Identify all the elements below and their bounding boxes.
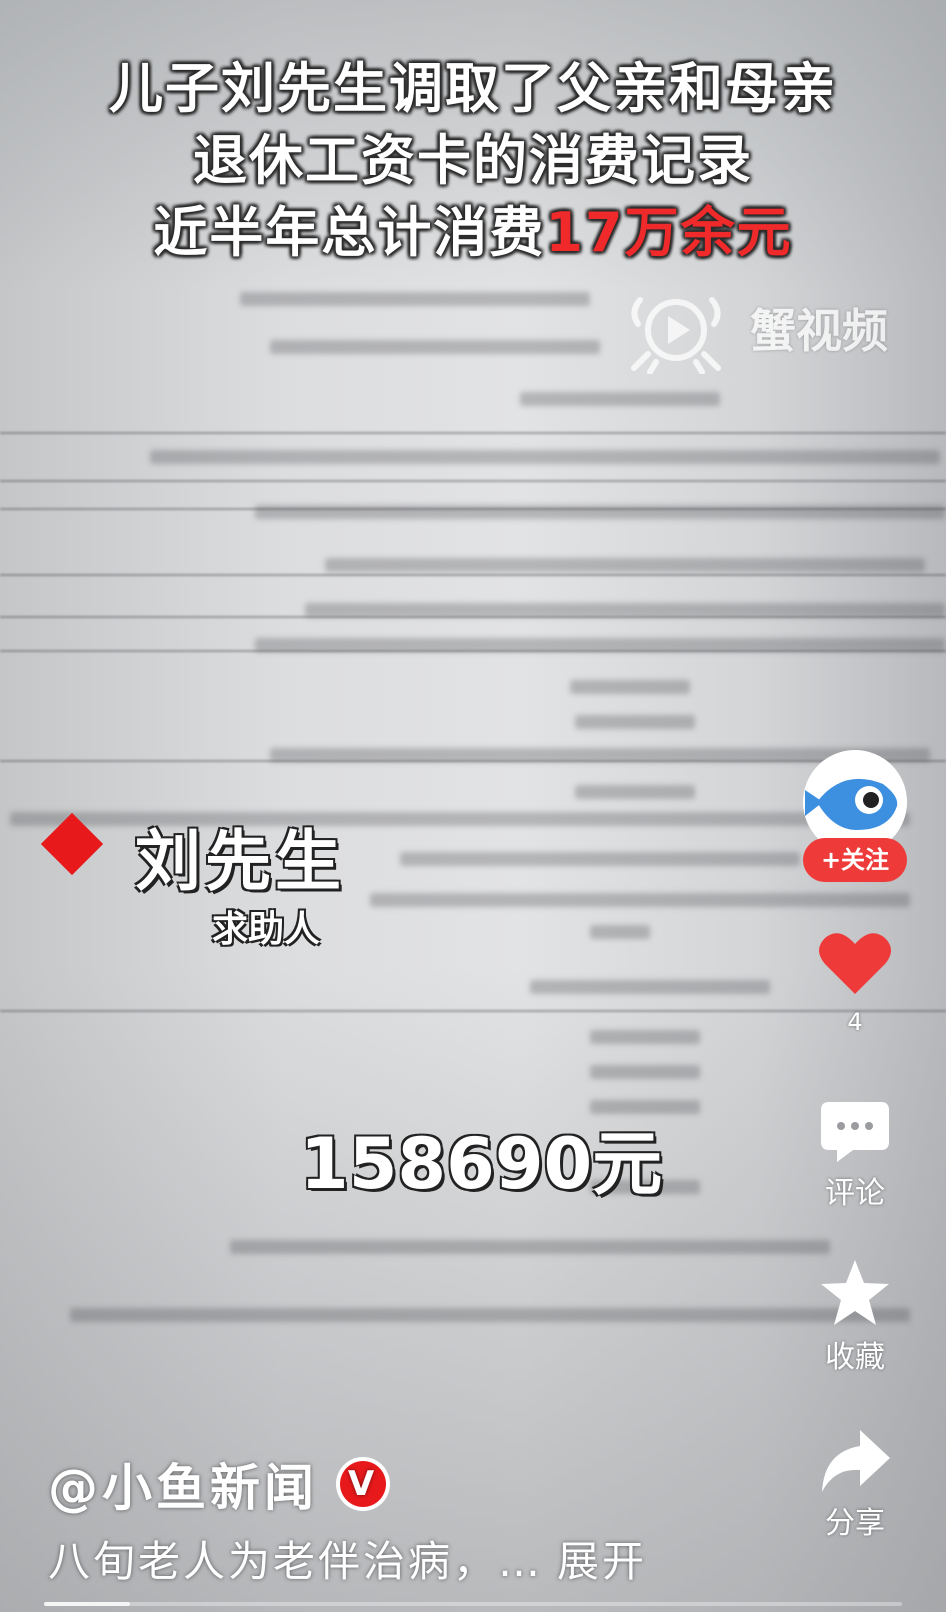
share-button[interactable]: 分享 [800,1428,910,1542]
like-count: 4 [847,1008,863,1036]
post-description: 八旬老人为老伴治病，… 展开 [48,1528,647,1589]
author-handle-row[interactable]: @小鱼新闻 V [48,1448,390,1520]
comment-button[interactable]: 评论 [800,1100,910,1212]
heart-icon [819,933,891,994]
share-label: 分享 [825,1506,885,1541]
crab-play-icon [631,297,721,374]
person-role: 求助人 [212,909,321,950]
video-progress-bar[interactable] [44,1602,902,1606]
like-button[interactable]: 4 [800,928,910,1036]
headline-line-2: 退休工资卡的消费记录 [193,129,753,192]
amount-text: 158690元 [300,1123,663,1205]
headline-line-3-prefix: 近半年总计消费 [153,201,546,264]
expand-button[interactable]: 展开 [557,1537,647,1586]
favorite-button[interactable]: 收藏 [800,1258,910,1376]
follow-button[interactable]: +关注 [803,838,907,882]
person-name: 刘先生 [135,823,345,900]
headline-line-3: 近半年总计消费17万余元 [0,200,946,266]
progress-fill [44,1602,130,1606]
watermark: 蟹视频 [620,282,888,374]
star-icon [821,1260,889,1325]
headline-line-1: 儿子刘先生调取了父亲和母亲 [109,57,837,120]
verified-badge-icon: V [336,1457,390,1511]
headline-highlight: 17万余元 [545,201,793,264]
comment-bubble-icon [821,1102,889,1162]
favorite-label: 收藏 [825,1340,885,1375]
description-text: 八旬老人为老伴治病，… [48,1537,544,1586]
comment-label: 评论 [825,1176,885,1211]
watermark-label: 蟹视频 [750,304,888,358]
author-handle[interactable]: @小鱼新闻 [48,1448,318,1520]
share-arrow-icon [822,1430,890,1492]
